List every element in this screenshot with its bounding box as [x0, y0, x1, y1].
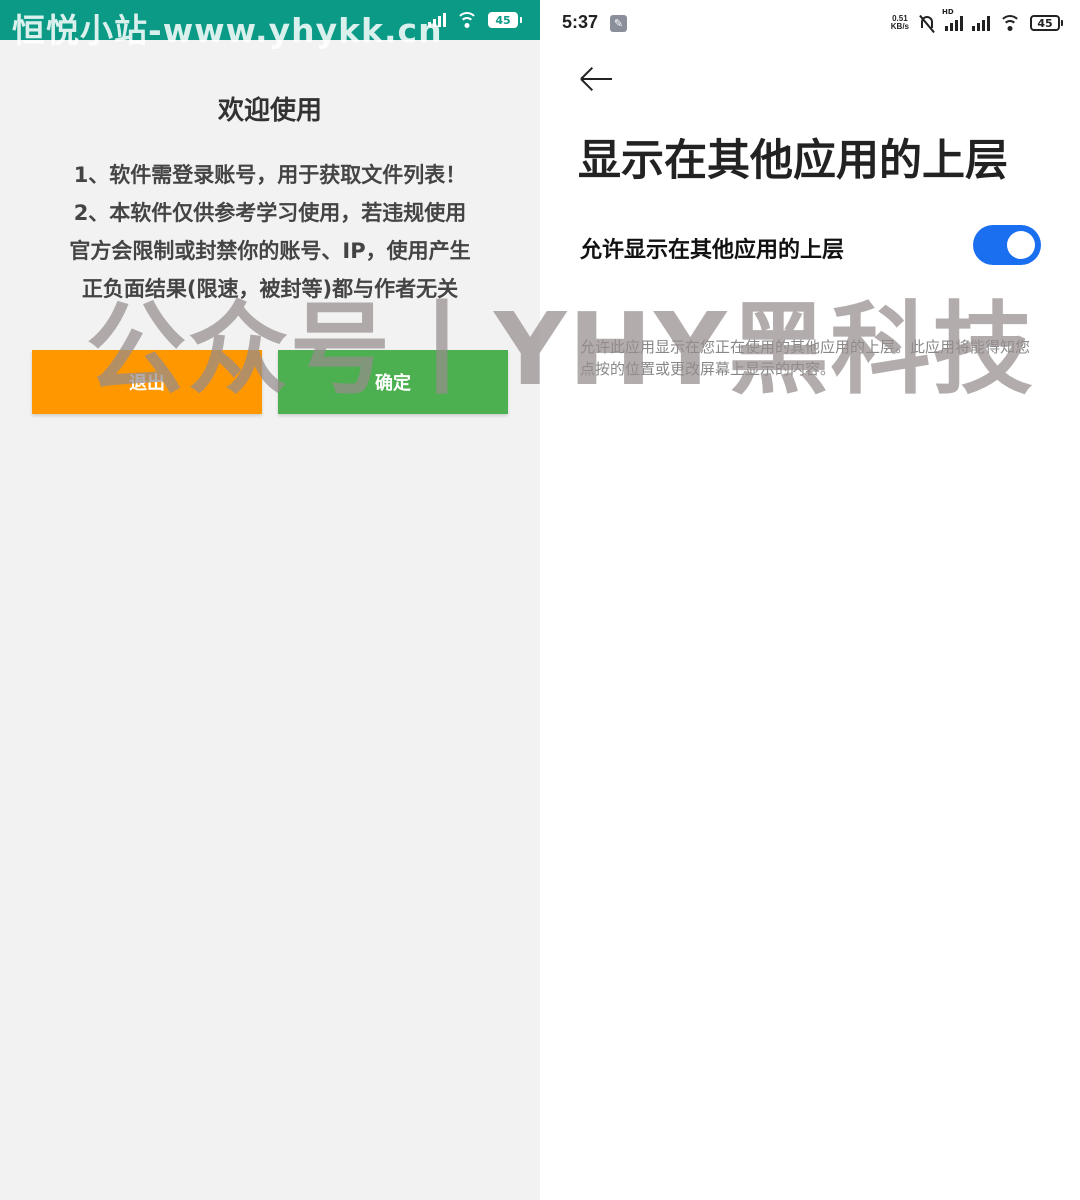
- toggle-knob: [1007, 231, 1035, 259]
- status-bar: 5:37 ✎ 0.51 KB/s HD 45: [540, 0, 1080, 48]
- network-speed: 0.51 KB/s: [891, 15, 909, 31]
- dialog-title: 欢迎使用: [217, 96, 322, 126]
- network-speed-unit: KB/s: [890, 22, 909, 31]
- wifi-icon: [999, 15, 1021, 31]
- wifi-icon: [456, 12, 478, 28]
- overlay-permission-label[interactable]: 允许显示在其他应用的上层: [580, 232, 844, 264]
- page-title: 显示在其他应用的上层: [578, 136, 1008, 186]
- site-watermark: 恒悦小站-www.yhykk.cn: [12, 11, 443, 50]
- signal-icon: HD: [942, 8, 963, 31]
- status-icons: 0.51 KB/s HD 45: [891, 8, 1063, 34]
- dialog-line: 1、软件需登录账号，用于获取文件列表！: [73, 163, 467, 187]
- right-screen: 5:37 ✎ 0.51 KB/s HD 45 显示在其他应用的上层 允许显示在其…: [540, 0, 1080, 1200]
- network-type: HD: [942, 8, 954, 16]
- battery-level: 45: [1037, 16, 1053, 30]
- battery-icon: 45: [488, 12, 522, 28]
- signal-icon-2: [972, 15, 990, 31]
- battery-level: 45: [495, 13, 511, 27]
- mute-bell-icon: [918, 14, 936, 34]
- battery-icon: 45: [1030, 15, 1063, 31]
- clock: 5:37: [562, 12, 599, 32]
- overlay-permission-toggle[interactable]: [973, 225, 1041, 265]
- center-watermark: 公众号丨YHY黑科技: [86, 291, 1035, 408]
- dialog-line: 2、本软件仅供参考学习使用，若违规使用: [73, 201, 467, 225]
- back-arrow-icon[interactable]: [580, 62, 614, 96]
- dialog-line: 官方会限制或封禁你的账号、IP，使用产生: [69, 239, 471, 263]
- wrench-icon: ✎: [610, 15, 627, 32]
- left-screen: 45 恒悦小站-www.yhykk.cn 欢迎使用 1、软件需登录账号，用于获取…: [0, 0, 540, 1200]
